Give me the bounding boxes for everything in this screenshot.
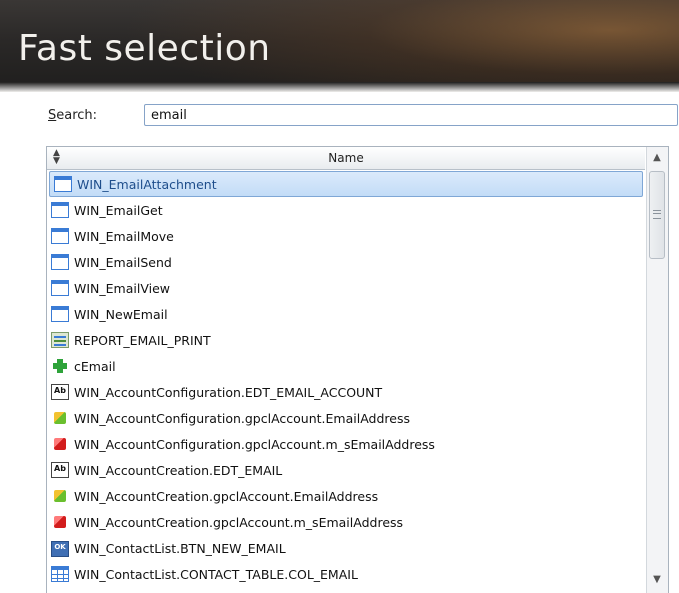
- row-label: WIN_ContactList.CONTACT_TABLE.COL_EMAIL: [74, 566, 358, 582]
- search-input[interactable]: [144, 104, 678, 126]
- results-table[interactable]: ▲ ▼ Name WIN_EmailAttachment WIN_EmailGet W…: [46, 146, 669, 593]
- table-row[interactable]: WIN_AccountCreation.gpclAccount.EmailAdd…: [47, 483, 645, 509]
- class-member-icon: [51, 488, 69, 504]
- vertical-scrollbar[interactable]: ▲ ▼: [646, 147, 668, 593]
- row-label: WIN_EmailSend: [74, 254, 172, 270]
- window-icon: [54, 176, 72, 192]
- row-label: WIN_AccountCreation.gpclAccount.m_sEmail…: [74, 514, 404, 530]
- row-label: WIN_EmailMove: [74, 228, 174, 244]
- table-row[interactable]: Ab WIN_AccountCreation.EDT_EMAIL: [47, 457, 645, 483]
- row-label: WIN_AccountCreation.gpclAccount.EmailAdd…: [74, 488, 379, 504]
- table-row[interactable]: WIN_AccountConfiguration.gpclAccount.Ema…: [47, 405, 645, 431]
- table-row[interactable]: WIN_EmailMove: [47, 223, 645, 249]
- edit-field-icon: Ab: [51, 462, 69, 478]
- dialog-header: Fast selection: [0, 0, 679, 92]
- table-row[interactable]: WIN_EmailSend: [47, 249, 645, 275]
- button-icon: OK: [51, 540, 69, 557]
- report-icon: [51, 332, 69, 348]
- row-label: WIN_EmailAttachment: [77, 176, 217, 192]
- window-icon: [51, 306, 69, 322]
- green-cross-icon: [51, 358, 69, 374]
- table-row[interactable]: WIN_ContactList.CONTACT_TABLE.COL_EMAIL: [47, 561, 645, 587]
- window-icon: [51, 280, 69, 296]
- table-row[interactable]: WIN_AccountCreation.gpclAccount.m_sEmail…: [47, 509, 645, 535]
- row-label: WIN_ContactList.BTN_NEW_EMAIL: [74, 540, 286, 556]
- row-label: WIN_AccountConfiguration.EDT_EMAIL_ACCOU…: [74, 384, 383, 400]
- column-header-name[interactable]: Name: [47, 151, 645, 165]
- window-icon: [51, 202, 69, 218]
- search-label: Search:: [48, 108, 98, 123]
- class-member-icon: [51, 410, 69, 426]
- table-column-icon: [51, 566, 69, 582]
- row-label: WIN_AccountCreation.EDT_EMAIL: [74, 462, 283, 478]
- row-label: WIN_AccountConfiguration.gpclAccount.m_s…: [74, 436, 435, 452]
- class-private-member-icon: [51, 514, 69, 530]
- row-label: WIN_NewEmail: [74, 306, 168, 322]
- row-label: cEmail: [74, 358, 116, 374]
- edit-field-icon: Ab: [51, 384, 69, 400]
- table-row[interactable]: OK WIN_ContactList.BTN_NEW_EMAIL: [47, 535, 645, 561]
- window-icon: [51, 228, 69, 244]
- row-label: REPORT_EMAIL_PRINT: [74, 332, 211, 348]
- table-row[interactable]: cEmail: [47, 353, 645, 379]
- class-private-member-icon: [51, 436, 69, 452]
- window-icon: [51, 254, 69, 270]
- row-label: WIN_EmailGet: [74, 202, 163, 218]
- dialog-title: Fast selection: [18, 28, 271, 69]
- table-row[interactable]: WIN_NewEmail: [47, 301, 645, 327]
- search-row: Search:: [48, 104, 678, 128]
- scroll-up-icon[interactable]: ▲: [649, 149, 665, 167]
- table-row[interactable]: REPORT_EMAIL_PRINT: [47, 327, 645, 353]
- scroll-thumb[interactable]: [649, 171, 665, 259]
- scroll-down-icon[interactable]: ▼: [649, 571, 665, 589]
- row-label: WIN_EmailView: [74, 280, 170, 296]
- table-rows: WIN_EmailAttachment WIN_EmailGet WIN_Email…: [47, 171, 645, 587]
- table-row[interactable]: WIN_EmailView: [47, 275, 645, 301]
- table-row[interactable]: Ab WIN_AccountConfiguration.EDT_EMAIL_ACC…: [47, 379, 645, 405]
- row-label: WIN_AccountConfiguration.gpclAccount.Ema…: [74, 410, 410, 426]
- table-header: ▲ ▼ Name: [47, 147, 645, 170]
- table-row[interactable]: WIN_EmailGet: [47, 197, 645, 223]
- grip-icon: [653, 210, 661, 219]
- table-row[interactable]: WIN_AccountConfiguration.gpclAccount.m_s…: [47, 431, 645, 457]
- table-row[interactable]: WIN_EmailAttachment: [49, 171, 643, 197]
